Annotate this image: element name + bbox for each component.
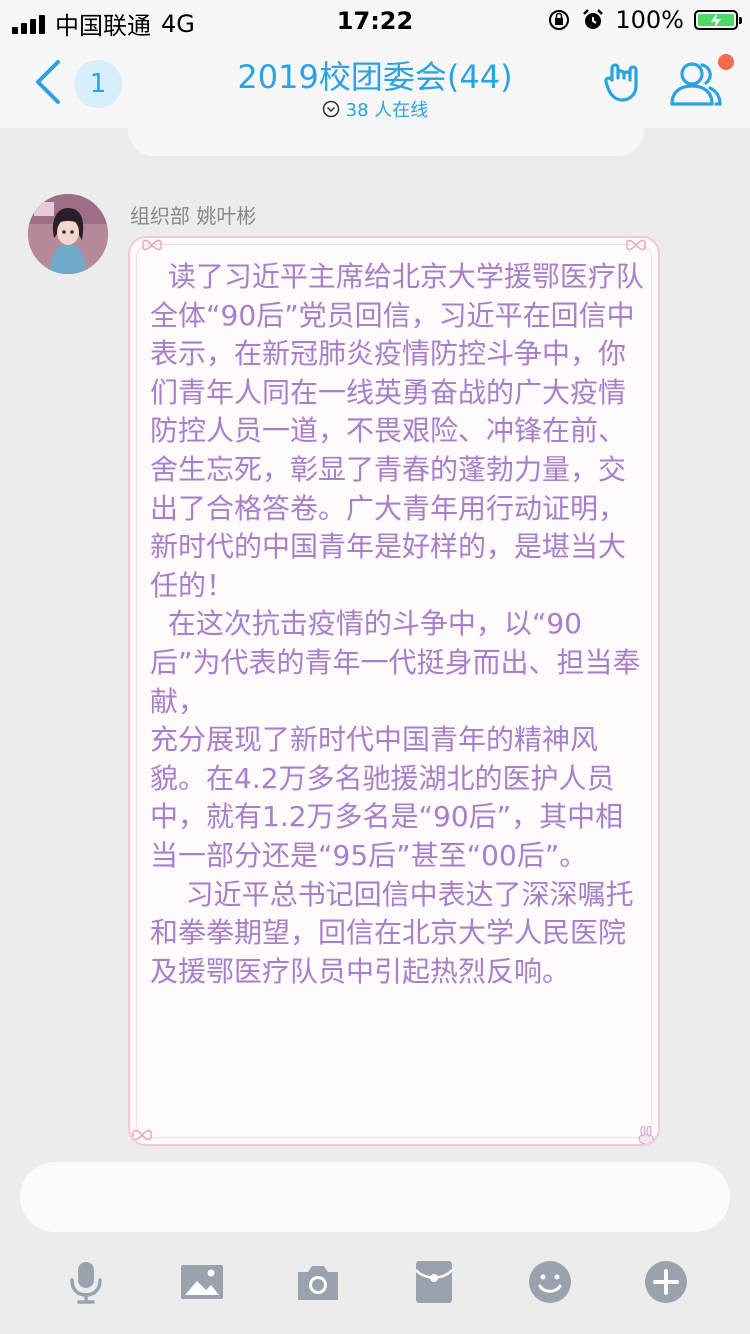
sender-name: 组织部 姚叶彬: [130, 204, 257, 228]
online-count: 38 人在线: [345, 100, 429, 121]
message-input[interactable]: [20, 1162, 730, 1232]
message-text: 读了习近平主席给北京大学援鄂医疗队全体“90后”党员回信，习近平在回信中表示，在…: [150, 258, 650, 991]
bow-decoration-icon: [142, 239, 162, 251]
message-paragraph: 充分展现了新时代中国青年的精神风貌。在4.2万多名驰援湖北的医护人员中，就有1.…: [150, 723, 624, 872]
alarm-icon: [583, 9, 604, 29]
camera-icon[interactable]: [294, 1258, 342, 1306]
message-paragraph: 习近平总书记回信中表达了深深嘱托和拳拳期望，回信在北京大学人民医院及援鄂医疗队员…: [150, 877, 634, 988]
emoji-icon[interactable]: [526, 1258, 574, 1306]
message-paragraph: 读了习近平主席给北京大学援鄂医疗队全体“90后”党员回信，习近平在回信中表示，在…: [150, 260, 644, 602]
bow-decoration-icon: [626, 239, 646, 251]
message-bubble[interactable]: 读了习近平主席给北京大学援鄂医疗队全体“90后”党员回信，习近平在回信中表示，在…: [128, 236, 660, 1146]
bunny-decoration-icon: [638, 1126, 654, 1144]
input-toolbar: [0, 1248, 750, 1334]
notification-dot: [718, 54, 734, 70]
sender-avatar[interactable]: [28, 194, 108, 274]
battery-icon: [694, 10, 742, 30]
image-icon[interactable]: [178, 1258, 226, 1306]
chat-header: 1 2019校团委会(44) 38 人在线: [0, 40, 750, 128]
microphone-icon[interactable]: [62, 1258, 110, 1306]
chevron-down-icon: [322, 100, 339, 118]
header-dropdown-tab[interactable]: [128, 126, 644, 156]
avatar-image: [28, 194, 108, 274]
group-members-icon[interactable]: [666, 56, 722, 110]
battery-percent: 100%: [615, 6, 684, 34]
message-paragraph: 在这次抗击疫情的斗争中，以“90后”为代表的青年一代挺身而出、担当奉献，: [150, 607, 641, 718]
status-bar: 中国联通 4G 17:22 100%: [0, 0, 750, 40]
status-right: 100%: [547, 6, 742, 34]
plus-icon[interactable]: [642, 1258, 690, 1306]
red-packet-icon[interactable]: [410, 1258, 458, 1306]
hand-gesture-icon[interactable]: [602, 60, 646, 104]
bow-decoration-icon: [132, 1129, 152, 1141]
orientation-lock-icon: [549, 10, 570, 30]
